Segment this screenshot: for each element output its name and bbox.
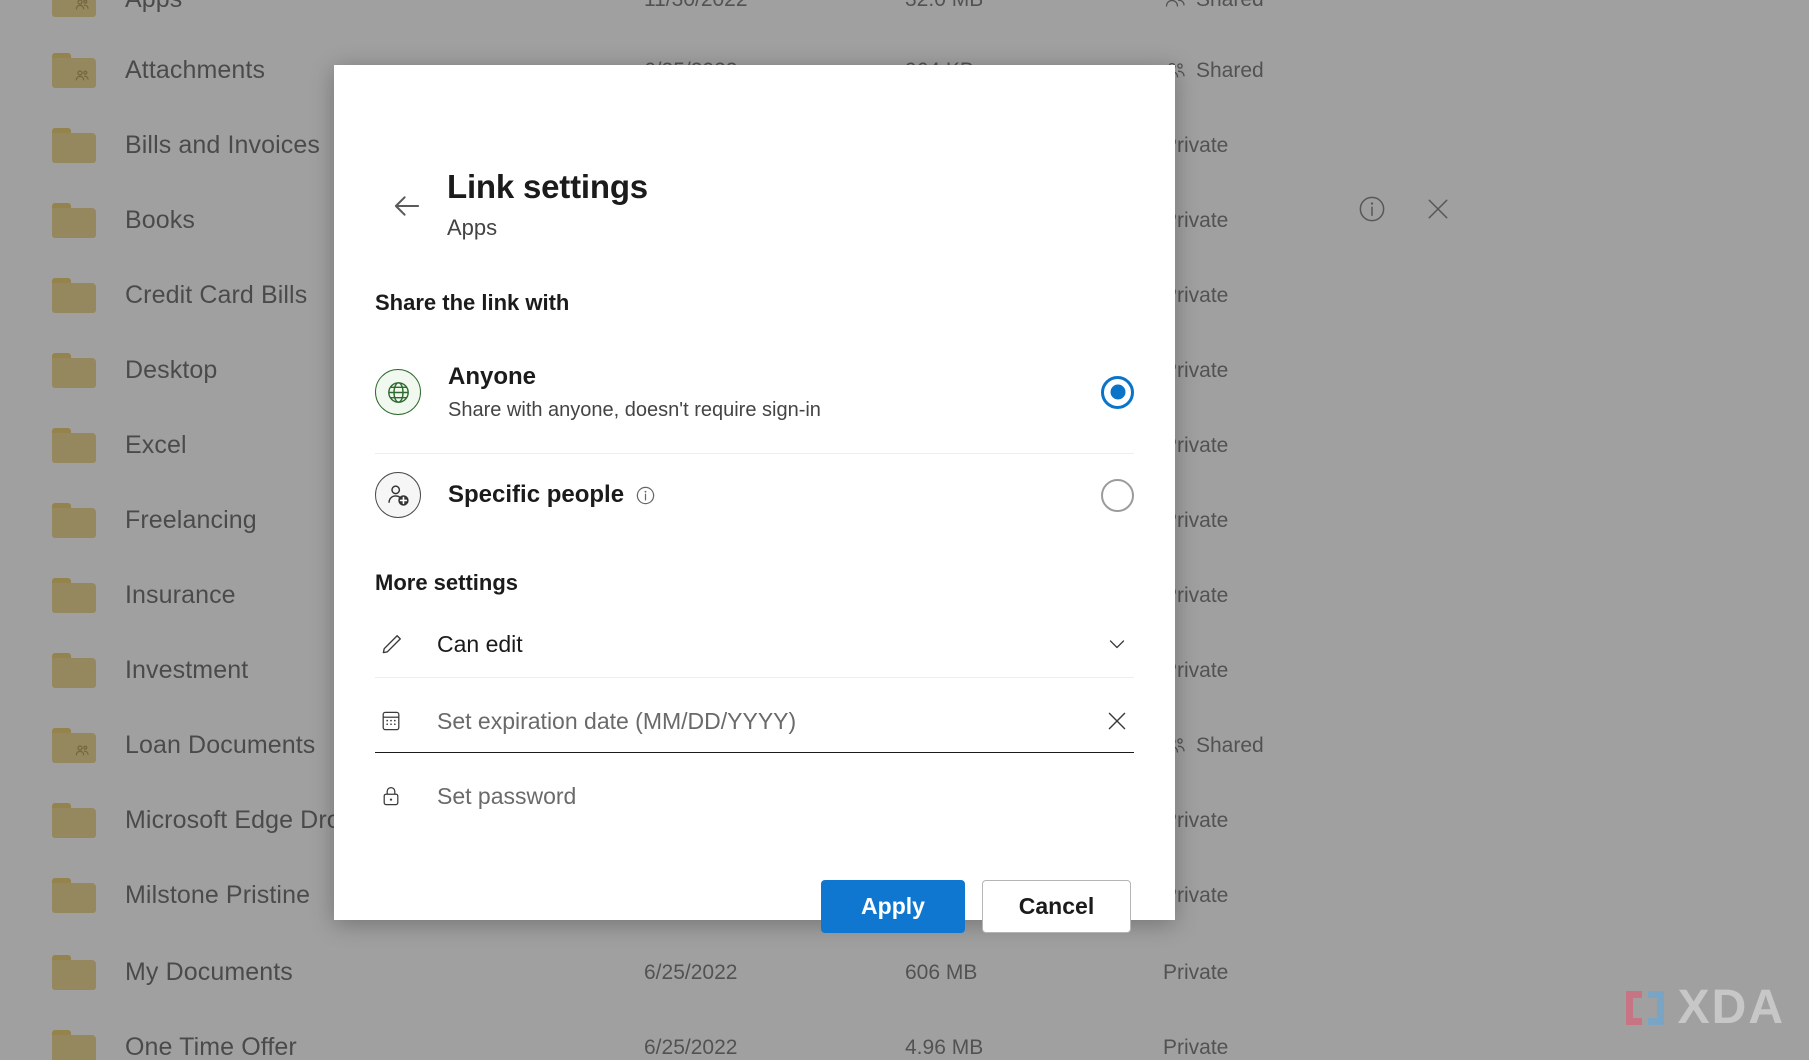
back-arrow-icon[interactable] <box>388 187 426 225</box>
info-icon[interactable] <box>1352 189 1392 229</box>
cancel-button[interactable]: Cancel <box>982 880 1131 933</box>
dialog-header: Link settings Apps <box>334 65 1175 190</box>
globe-icon <box>375 369 421 415</box>
link-settings-dialog: Link settings Apps Share the link with <box>334 65 1175 920</box>
setting-row-expiration-date[interactable]: Set expiration date (MM/DD/YYYY) <box>375 690 1134 753</box>
share-option-anyone-text: Anyone Share with anyone, doesn't requir… <box>448 363 1101 422</box>
pencil-icon <box>375 628 407 660</box>
calendar-icon <box>375 705 407 737</box>
radio-specific-people[interactable] <box>1101 479 1134 512</box>
close-icon[interactable] <box>1418 189 1458 229</box>
share-option-anyone-title: Anyone <box>448 363 1101 391</box>
specific-people-info-icon[interactable] <box>635 485 656 506</box>
expiration-date-input[interactable]: Set expiration date (MM/DD/YYYY) <box>437 708 1100 735</box>
share-option-specific-people-title-row: Specific people <box>448 481 1101 509</box>
setting-row-permission[interactable]: Can edit <box>375 613 1134 675</box>
settings-divider <box>375 677 1134 678</box>
dialog-subtitle: Apps <box>447 215 648 241</box>
apply-button[interactable]: Apply <box>821 880 965 933</box>
clear-x-icon[interactable] <box>1100 704 1134 738</box>
share-option-specific-people-text: Specific people <box>448 481 1101 509</box>
share-option-specific-people[interactable]: Specific people <box>375 453 1134 536</box>
password-input[interactable]: Set password <box>437 783 1134 810</box>
chevron-down-icon[interactable] <box>1100 627 1134 661</box>
setting-permission-value: Can edit <box>437 631 1100 658</box>
dialog-title-block: Link settings Apps <box>447 168 648 241</box>
setting-row-password[interactable]: Set password <box>375 765 1134 827</box>
share-option-specific-people-title: Specific people <box>448 481 624 509</box>
share-option-anyone-description: Share with anyone, doesn't require sign-… <box>448 399 1101 422</box>
page-title: Link settings <box>447 168 648 206</box>
radio-anyone[interactable] <box>1101 376 1134 409</box>
people-add-icon <box>375 472 421 518</box>
share-option-anyone[interactable]: Anyone Share with anyone, doesn't requir… <box>375 345 1134 439</box>
share-section-label: Share the link with <box>375 290 569 316</box>
lock-icon <box>375 780 407 812</box>
screen-root: Apps11/30/202232.0 MBSharedAttachments6/… <box>0 0 1809 1060</box>
more-settings-label: More settings <box>375 570 518 596</box>
